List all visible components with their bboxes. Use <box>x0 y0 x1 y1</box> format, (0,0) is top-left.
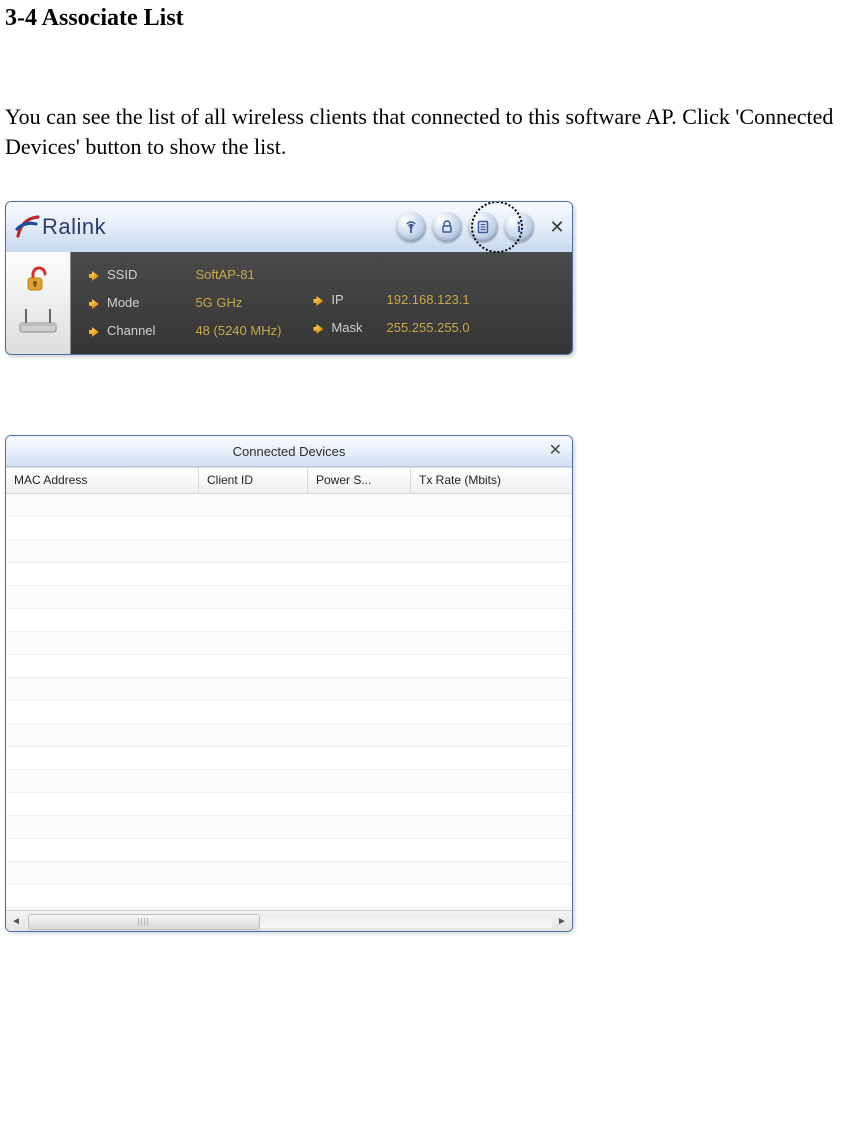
ap-icon-zone <box>6 252 71 354</box>
ssid-label: SSID <box>89 261 155 289</box>
col-header-power[interactable]: Power S... <box>308 468 411 494</box>
info-grid-left: SSID SoftAP-81 Mode 5G GHz Channel 48 (5… <box>71 252 287 354</box>
table-row <box>6 540 572 563</box>
scroll-track[interactable] <box>26 914 552 928</box>
ralink-titlebar: Ralink <box>6 202 572 252</box>
router-icon <box>16 307 60 342</box>
devices-column-headers: MAC Address Client ID Power S... Tx Rate… <box>6 468 572 494</box>
col-header-mac[interactable]: MAC Address <box>6 468 199 494</box>
devices-body: MAC Address Client ID Power S... Tx Rate… <box>6 467 572 931</box>
ssid-value: SoftAP-81 <box>195 261 281 289</box>
devices-rows <box>6 494 572 910</box>
table-row <box>6 655 572 678</box>
devices-titlebar: Connected Devices ✕ <box>6 436 572 467</box>
ip-value: 192.168.123.1 <box>386 286 469 314</box>
channel-label: Channel <box>89 317 155 345</box>
info-button[interactable] <box>504 212 534 242</box>
table-row <box>6 862 572 885</box>
info-grid-right: IP 192.168.123.1 Mask 255.255.255.0 <box>313 274 475 354</box>
table-row <box>6 678 572 701</box>
mode-label: Mode <box>89 289 155 317</box>
ralink-logo-mark-icon <box>14 214 40 240</box>
channel-value: 48 (5240 MHz) <box>195 317 281 345</box>
table-row <box>6 563 572 586</box>
table-row <box>6 816 572 839</box>
horizontal-scrollbar[interactable]: ◄ ► <box>6 910 572 931</box>
table-row <box>6 632 572 655</box>
ralink-info-panel: SSID SoftAP-81 Mode 5G GHz Channel 48 (5… <box>6 252 572 354</box>
ralink-status-card: Ralink <box>5 201 573 355</box>
table-row <box>6 793 572 816</box>
col-header-tx-rate[interactable]: Tx Rate (Mbits) <box>411 468 572 494</box>
table-row <box>6 747 572 770</box>
scroll-thumb[interactable] <box>28 914 260 930</box>
table-row <box>6 770 572 793</box>
table-row <box>6 494 572 517</box>
mask-label: Mask <box>313 314 362 342</box>
table-row <box>6 701 572 724</box>
ralink-logo: Ralink <box>14 214 106 240</box>
table-row <box>6 517 572 540</box>
connected-devices-button[interactable] <box>468 212 498 242</box>
devices-title-text: Connected Devices <box>233 444 346 459</box>
col-header-client-id[interactable]: Client ID <box>199 468 308 494</box>
ralink-logo-text: Ralink <box>42 214 106 240</box>
section-body: You can see the list of all wireless cli… <box>5 102 837 161</box>
scroll-left-button[interactable]: ◄ <box>6 916 26 927</box>
table-row <box>6 609 572 632</box>
table-row <box>6 586 572 609</box>
mode-value: 5G GHz <box>195 289 281 317</box>
section-heading: 3-4 Associate List <box>5 5 842 32</box>
security-button[interactable] <box>432 212 462 242</box>
table-row <box>6 724 572 747</box>
devices-close-button[interactable]: ✕ <box>545 440 566 460</box>
ip-label: IP <box>313 286 362 314</box>
scroll-right-button[interactable]: ► <box>552 916 572 927</box>
table-row <box>6 885 572 908</box>
mask-value: 255.255.255.0 <box>386 314 469 342</box>
ralink-close-button[interactable]: ✕ <box>542 213 572 242</box>
ap-config-button[interactable] <box>396 212 426 242</box>
connected-devices-window: Connected Devices ✕ MAC Address Client I… <box>5 435 573 932</box>
lock-open-icon <box>22 264 54 301</box>
table-row <box>6 839 572 862</box>
toolbar-buttons <box>396 212 534 242</box>
